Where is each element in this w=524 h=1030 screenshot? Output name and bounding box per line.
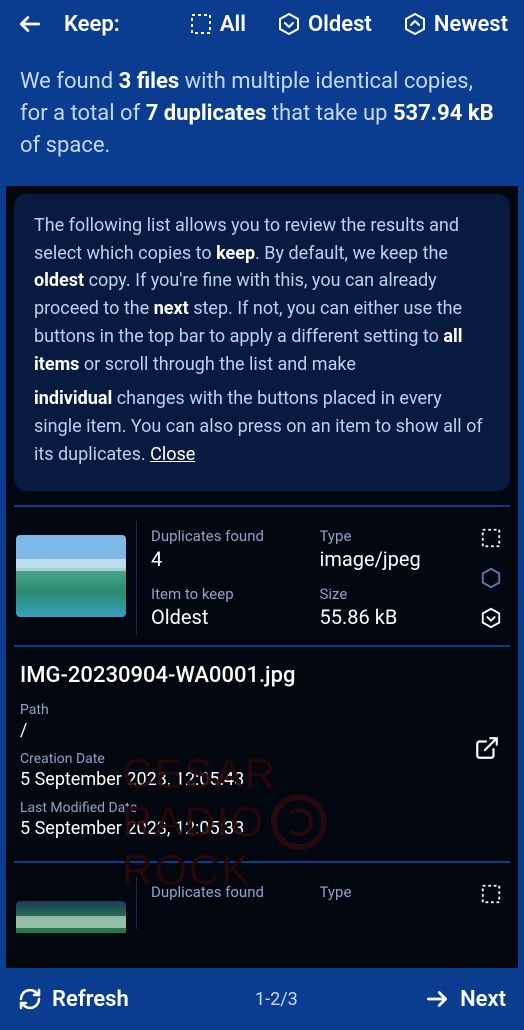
item-thumbnail: [16, 901, 126, 933]
keep-newest-label: Newest: [434, 12, 508, 37]
next-button[interactable]: Next: [424, 986, 506, 1012]
meta-value: 4: [151, 547, 296, 571]
info-close-link[interactable]: Close: [150, 444, 195, 465]
duplicate-item[interactable]: Duplicates found Type: [14, 873, 510, 933]
arrow-right-icon: [424, 986, 450, 1012]
detail-value: 5 September 2023, 12:05:43: [20, 769, 504, 790]
keep-newest-button[interactable]: Newest: [402, 11, 508, 37]
hex-down-icon: [276, 11, 302, 37]
item-meta: Duplicates found Type: [136, 877, 464, 929]
hex-up-icon: [402, 11, 428, 37]
select-none-icon[interactable]: [478, 525, 504, 551]
page-indicator: 1-2/3: [141, 989, 412, 1010]
meta-value: Oldest: [151, 605, 296, 629]
next-label: Next: [460, 987, 506, 1012]
meta-label: Duplicates found: [151, 883, 296, 901]
meta-label: Type: [320, 527, 465, 545]
select-none-icon: [188, 11, 214, 37]
summary-dupes-count: 7 duplicates: [146, 101, 267, 126]
meta-value: 55.86 kB: [320, 605, 465, 629]
keep-all-button[interactable]: All: [188, 11, 246, 37]
detail-filename: IMG-20230904-WA0001.jpg: [20, 663, 504, 688]
keep-oldest-button[interactable]: Oldest: [276, 11, 372, 37]
main-area: The following list allows you to review …: [6, 186, 518, 968]
hex-down-icon[interactable]: [478, 605, 504, 631]
duplicate-item[interactable]: Duplicates found 4 Type image/jpeg Item …: [14, 517, 510, 639]
hex-outline-icon[interactable]: [478, 565, 504, 591]
detail-label: Creation Date: [20, 751, 504, 767]
refresh-icon: [18, 987, 42, 1011]
keep-all-label: All: [220, 12, 246, 37]
item-side-actions: [474, 877, 508, 929]
divider: [14, 645, 510, 647]
keep-label: Keep:: [64, 12, 120, 37]
item-detail: IMG-20230904-WA0001.jpg Path / Creation …: [14, 655, 510, 843]
detail-label: Last Modified Date: [20, 800, 504, 816]
meta-label: Item to keep: [151, 585, 296, 603]
refresh-label: Refresh: [52, 987, 129, 1012]
detail-value: /: [20, 720, 504, 741]
open-external-button[interactable]: [472, 733, 502, 763]
divider: [14, 861, 510, 863]
detail-value: 5 September 2023, 12:05:33: [20, 818, 504, 839]
arrow-left-icon: [17, 11, 43, 37]
keep-oldest-label: Oldest: [308, 12, 372, 37]
divider: [14, 505, 510, 507]
open-external-icon: [474, 735, 500, 761]
select-none-icon[interactable]: [478, 881, 504, 907]
back-button[interactable]: [16, 10, 44, 38]
refresh-button[interactable]: Refresh: [18, 987, 129, 1012]
info-box: The following list allows you to review …: [14, 194, 510, 491]
meta-label: Duplicates found: [151, 527, 296, 545]
bottom-bar: Refresh 1-2/3 Next: [0, 968, 524, 1030]
item-meta: Duplicates found 4 Type image/jpeg Item …: [136, 521, 464, 635]
top-bar: Keep: All Oldest Newest: [0, 0, 524, 46]
detail-label: Path: [20, 702, 504, 718]
summary-size: 537.94 kB: [393, 101, 494, 126]
item-thumbnail: [16, 535, 126, 617]
meta-label: Size: [320, 585, 465, 603]
summary-text: We found 3 files with multiple identical…: [0, 46, 524, 186]
item-side-actions: [474, 521, 508, 635]
summary-files-count: 3 files: [119, 69, 180, 94]
meta-value: image/jpeg: [320, 547, 465, 571]
meta-label: Type: [320, 883, 465, 901]
